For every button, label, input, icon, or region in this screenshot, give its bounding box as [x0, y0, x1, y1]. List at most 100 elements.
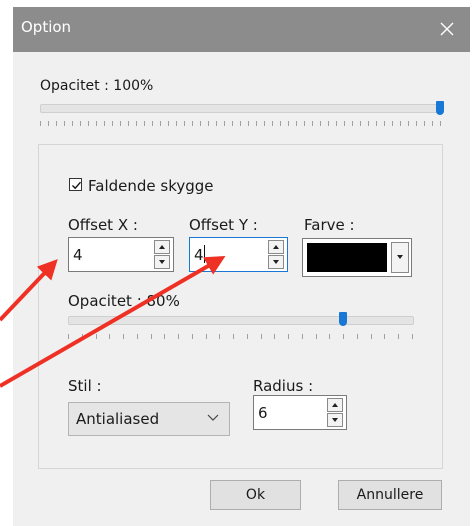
style-label: Stil :: [68, 377, 102, 395]
slider-tick: [123, 334, 124, 339]
offset-x-input[interactable]: 4: [68, 237, 174, 272]
slider-tick: [264, 121, 265, 126]
slider-tick: [304, 121, 305, 126]
slider-tick: [288, 334, 289, 339]
triangle-down-icon: [273, 260, 279, 264]
slider-tick: [232, 121, 233, 126]
slider-tick: [208, 121, 209, 126]
color-picker[interactable]: [302, 238, 412, 277]
close-button[interactable]: [424, 7, 470, 52]
slider-tick: [200, 121, 201, 126]
slider-tick: [68, 334, 69, 339]
slider-tick: [178, 334, 179, 339]
drop-shadow-checkbox[interactable]: [69, 178, 82, 191]
slider-tick: [168, 121, 169, 126]
triangle-down-icon: [159, 260, 165, 264]
triangle-up-icon: [332, 403, 338, 407]
offset-y-input[interactable]: 4: [189, 237, 288, 272]
slider-tick: [360, 121, 361, 126]
slider-tick: [137, 334, 138, 339]
slider-tick: [233, 334, 234, 339]
slider-tick: [120, 121, 121, 126]
slider-tick: [336, 121, 337, 126]
slider-tick: [151, 334, 152, 339]
slider-tick: [408, 121, 409, 126]
slider-tick: [384, 121, 385, 126]
slider-tick: [80, 121, 81, 126]
slider-tick: [96, 121, 97, 126]
offset-x-up-button[interactable]: [154, 240, 170, 254]
opacity-slider-track[interactable]: [40, 104, 442, 113]
shadow-opacity-slider-thumb[interactable]: [339, 312, 348, 326]
slider-tick: [256, 121, 257, 126]
offset-y-down-button[interactable]: [268, 255, 284, 269]
shadow-opacity-label: Opacitet : 80%: [68, 292, 180, 310]
slider-tick: [219, 334, 220, 339]
slider-tick: [96, 334, 97, 339]
slider-tick: [247, 334, 248, 339]
shadow-opacity-slider-track[interactable]: [68, 316, 414, 325]
window-title: Option: [21, 18, 72, 36]
slider-tick: [82, 334, 83, 339]
slider-tick: [40, 121, 41, 126]
slider-tick: [343, 334, 344, 339]
style-select[interactable]: Antialiased: [68, 402, 230, 436]
slider-tick: [352, 121, 353, 126]
color-label: Farve :: [304, 216, 355, 234]
radius-down-button[interactable]: [327, 413, 343, 427]
triangle-down-icon: [397, 255, 403, 259]
chevron-down-icon: [207, 414, 219, 421]
slider-tick: [432, 121, 433, 126]
slider-tick: [48, 121, 49, 126]
slider-tick: [384, 334, 385, 339]
slider-tick: [64, 121, 65, 126]
slider-tick: [240, 121, 241, 126]
ok-button[interactable]: Ok: [210, 480, 301, 510]
slider-tick: [412, 334, 413, 339]
cancel-button[interactable]: Annullere: [338, 480, 442, 510]
slider-tick: [424, 121, 425, 126]
offset-y-up-button[interactable]: [268, 240, 284, 254]
slider-tick: [72, 121, 73, 126]
slider-tick: [128, 121, 129, 126]
slider-tick: [136, 121, 137, 126]
slider-tick: [400, 121, 401, 126]
slider-tick: [192, 334, 193, 339]
slider-tick: [152, 121, 153, 126]
slider-tick: [344, 121, 345, 126]
slider-tick: [112, 121, 113, 126]
close-icon: [440, 22, 454, 36]
radius-value: 6: [258, 404, 268, 422]
shadow-opacity-slider-ticks: [68, 334, 413, 340]
color-dropdown-button[interactable]: [391, 242, 409, 273]
slider-tick: [192, 121, 193, 126]
option-dialog: Option Opacitet : 100% Faldende skygge O…: [13, 7, 470, 526]
radius-label: Radius :: [253, 377, 314, 395]
slider-tick: [206, 334, 207, 339]
slider-tick: [109, 334, 110, 339]
slider-tick: [176, 121, 177, 126]
opacity-slider-ticks: [40, 121, 441, 127]
style-select-value: Antialiased: [76, 410, 160, 428]
checkmark-icon: [72, 181, 82, 190]
slider-tick: [398, 334, 399, 339]
slider-tick: [56, 121, 57, 126]
radius-input[interactable]: 6: [253, 395, 347, 430]
slider-tick: [274, 334, 275, 339]
slider-tick: [261, 334, 262, 339]
offset-x-value: 4: [73, 246, 83, 264]
slider-tick: [164, 334, 165, 339]
radius-up-button[interactable]: [327, 398, 343, 412]
slider-tick: [440, 121, 441, 126]
offset-y-value: 4: [194, 246, 204, 264]
triangle-up-icon: [273, 245, 279, 249]
slider-tick: [357, 334, 358, 339]
opacity-slider-thumb[interactable]: [436, 101, 444, 115]
slider-tick: [248, 121, 249, 126]
slider-tick: [104, 121, 105, 126]
text-caret: [204, 245, 205, 263]
offset-x-down-button[interactable]: [154, 255, 170, 269]
title-bar: Option: [13, 7, 470, 52]
slider-tick: [272, 121, 273, 126]
slider-tick: [144, 121, 145, 126]
